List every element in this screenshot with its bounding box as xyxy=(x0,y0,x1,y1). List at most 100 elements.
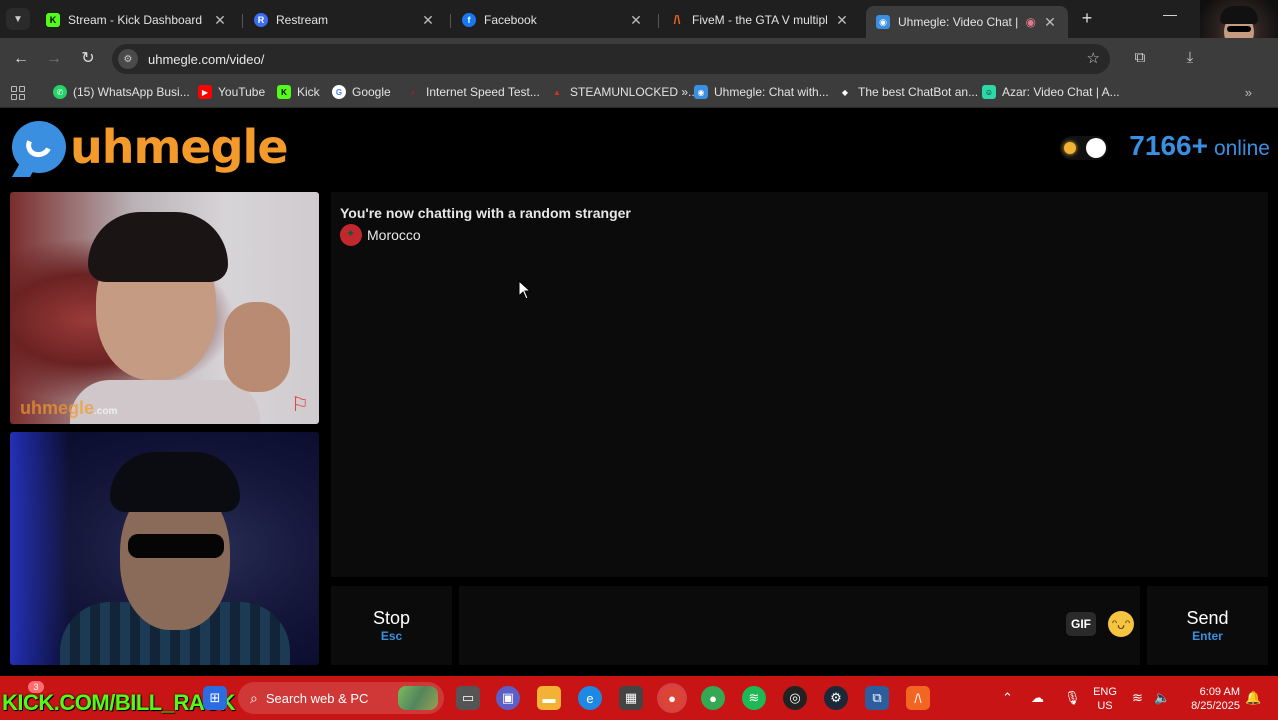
chatbot-icon: ◆ xyxy=(841,87,849,97)
bookmark-chatbot[interactable]: ◆ The best ChatBot an... xyxy=(838,85,978,99)
close-icon[interactable]: ✕ xyxy=(628,12,644,29)
forward-arrow-icon[interactable]: → xyxy=(43,48,65,70)
tab-divider xyxy=(450,14,451,28)
notification-badge: 3 xyxy=(28,681,44,693)
bookmark-steamunlocked[interactable]: ▲ STEAMUNLOCKED »... xyxy=(550,85,698,99)
fivem-icon[interactable]: /\ xyxy=(906,686,930,710)
online-count: 7166+ xyxy=(1129,130,1208,161)
online-label: online xyxy=(1213,137,1270,160)
tab-uhmegle[interactable]: ◉ Uhmegle: Video Chat | C ◉ ✕ xyxy=(866,6,1068,38)
reload-icon[interactable]: ↻ xyxy=(77,48,99,70)
bookmark-label: (15) WhatsApp Busi... xyxy=(73,85,190,99)
spotify-icon[interactable]: ≋ xyxy=(742,686,766,710)
uhmegle-page: uhmegle 7166+ online uhmegle.com ⚐ You'r… xyxy=(0,108,1278,676)
back-arrow-icon[interactable]: ← xyxy=(10,48,32,70)
recording-icon: ◉ xyxy=(1025,15,1036,29)
close-icon[interactable]: ✕ xyxy=(1042,14,1058,31)
uhmegle-icon: ◉ xyxy=(694,85,708,99)
chat-log[interactable]: You're now chatting with a random strang… xyxy=(331,192,1268,577)
gif-button[interactable]: GIF xyxy=(1066,612,1096,636)
blue-light xyxy=(10,432,70,665)
uhmegle-logo[interactable]: uhmegle xyxy=(12,120,289,174)
theme-toggle[interactable] xyxy=(1060,136,1108,160)
new-tab-button[interactable]: + xyxy=(1077,8,1097,29)
bookmark-kick[interactable]: K Kick xyxy=(277,85,320,99)
bookmark-label: Kick xyxy=(297,85,320,99)
onedrive-icon[interactable]: ☁ xyxy=(1031,690,1044,706)
chrome-profile-icon[interactable]: ● xyxy=(701,686,725,710)
stranger-hand xyxy=(224,302,290,392)
tab-divider xyxy=(658,14,659,28)
file-explorer-icon[interactable]: ▬ xyxy=(537,686,561,710)
tab-restream[interactable]: R Restream ✕ xyxy=(244,6,446,34)
chevron-up-icon[interactable]: ⌃ xyxy=(1002,690,1013,706)
whatsapp-icon: ✆ xyxy=(53,85,67,99)
bookmark-star-icon[interactable]: ☆ xyxy=(1087,49,1100,67)
speaker-icon[interactable]: 🔈 xyxy=(1154,690,1170,706)
clock-date: 8/25/2025 xyxy=(1191,700,1240,712)
tab-search-button[interactable]: ▼ xyxy=(6,8,30,30)
bookmark-google[interactable]: G Google xyxy=(332,85,391,99)
speedometer-icon: ◗ xyxy=(410,87,416,97)
minimize-button[interactable]: — xyxy=(1163,6,1177,22)
close-icon[interactable]: ✕ xyxy=(212,12,228,29)
streamer-glasses xyxy=(1227,26,1251,32)
streamer-hair xyxy=(1220,6,1258,24)
bookmark-label: Azar: Video Chat | A... xyxy=(1002,85,1120,99)
bookmark-whatsapp[interactable]: ✆ (15) WhatsApp Busi... xyxy=(53,85,190,99)
bookmark-label: STEAMUNLOCKED »... xyxy=(570,85,699,99)
send-shortcut: Enter xyxy=(1192,629,1223,643)
emoji-icon[interactable]: ᵔᴗᵔ xyxy=(1108,611,1134,637)
url-text[interactable]: uhmegle.com/video/ xyxy=(148,52,264,67)
language-indicator[interactable]: ENG US xyxy=(1090,685,1120,713)
wifi-icon[interactable]: ≋ xyxy=(1132,690,1143,706)
obs-icon[interactable]: ◎ xyxy=(783,686,807,710)
edge-icon[interactable]: e xyxy=(578,686,602,710)
stop-button[interactable]: Stop Esc xyxy=(331,586,452,665)
remote-desktop-icon[interactable]: ⧉ xyxy=(865,686,889,710)
report-flag-icon[interactable]: ⚐ xyxy=(287,394,313,416)
kick-icon: K xyxy=(46,13,60,27)
country-name: Morocco xyxy=(367,227,421,243)
chat-status-message: You're now chatting with a random strang… xyxy=(340,205,631,221)
self-sunglasses xyxy=(128,534,224,558)
tab-fivem[interactable]: /\ FiveM - the GTA V multiplay ✕ xyxy=(660,6,860,34)
bookmark-azar[interactable]: ☺ Azar: Video Chat | A... xyxy=(982,85,1120,99)
bookmark-speed-test[interactable]: ◗ Internet Speed Test... xyxy=(406,85,540,99)
clock[interactable]: 6:09 AM 8/25/2025 xyxy=(1180,685,1240,713)
store-icon[interactable]: ▦ xyxy=(619,686,643,710)
send-label: Send xyxy=(1186,608,1229,628)
stop-shortcut: Esc xyxy=(380,629,403,643)
tab-facebook[interactable]: f Facebook ✕ xyxy=(452,6,654,34)
bookmark-label: Google xyxy=(352,85,391,99)
sun-icon xyxy=(1064,142,1076,154)
close-icon[interactable]: ✕ xyxy=(834,12,850,29)
tab-title: Stream - Kick Dashboard xyxy=(68,13,203,27)
bookmark-label: Uhmegle: Chat with... xyxy=(714,85,829,99)
download-icon[interactable]: ⤓ xyxy=(1180,49,1200,66)
taskbar-search[interactable]: ⌕ Search web & PC xyxy=(238,682,444,714)
logo-bubble-icon xyxy=(12,121,66,173)
notification-bell-icon[interactable]: 🔔 xyxy=(1245,690,1261,706)
message-input[interactable]: GIF ᵔᴗᵔ xyxy=(459,586,1140,665)
chrome-icon[interactable]: ● xyxy=(660,686,684,710)
send-button[interactable]: Send Enter xyxy=(1147,586,1268,665)
task-view-icon[interactable]: ▭ xyxy=(456,686,480,710)
search-icon: ⌕ xyxy=(250,689,258,706)
close-icon[interactable]: ✕ xyxy=(420,12,436,29)
start-icon[interactable]: ⊞ xyxy=(203,686,227,710)
browser-toolbar: ← → ↻ ⚙ uhmegle.com/video/ ☆ ⧉ ⤓ xyxy=(0,38,1278,80)
address-bar[interactable]: ⚙ uhmegle.com/video/ ☆ xyxy=(112,44,1110,74)
apps-grid-icon[interactable] xyxy=(11,86,25,100)
bookmark-youtube[interactable]: ▶ YouTube xyxy=(198,85,265,99)
extensions-icon[interactable]: ⧉ xyxy=(1130,49,1150,66)
teams-icon[interactable]: ▣ xyxy=(496,686,520,710)
chevron-double-right-icon[interactable]: » xyxy=(1245,85,1252,100)
kick-channel-overlay: KICK.COM/BILL_RACK xyxy=(2,690,236,715)
microphone-icon[interactable]: 🎙 xyxy=(1064,690,1081,706)
site-info-icon[interactable]: ⚙ xyxy=(118,49,138,69)
toggle-knob xyxy=(1086,138,1106,158)
bookmark-uhmegle[interactable]: ◉ Uhmegle: Chat with... xyxy=(694,85,829,99)
steam-icon[interactable]: ⚙ xyxy=(824,686,848,710)
tab-kick-dashboard[interactable]: K Stream - Kick Dashboard ✕ xyxy=(36,6,238,34)
